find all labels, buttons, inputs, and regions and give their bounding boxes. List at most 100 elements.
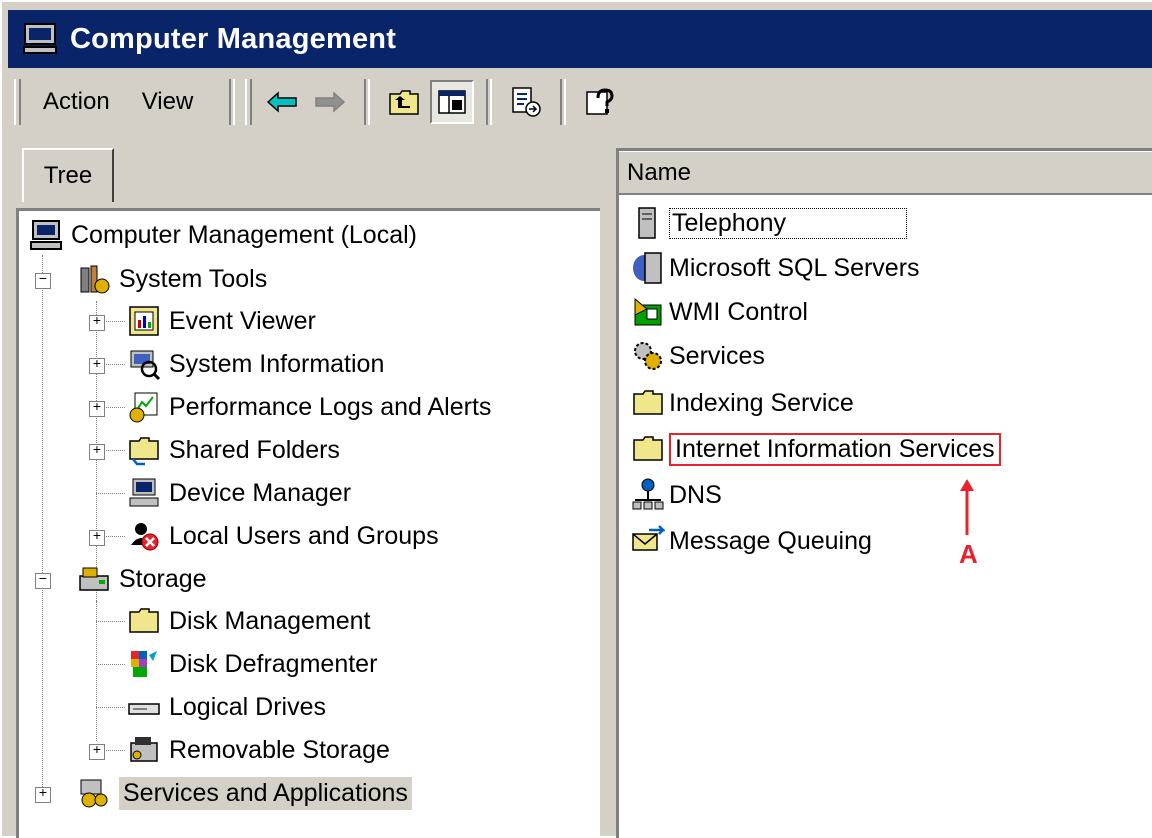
list-item-sql-servers[interactable]: Microsoft SQL Servers (631, 248, 920, 288)
title-bar[interactable]: Computer Management (8, 10, 1152, 68)
tree-node-logical-drives[interactable]: Logical Drives (127, 687, 326, 727)
tree-connector (96, 664, 125, 665)
collapse-toggle[interactable]: − (35, 573, 51, 589)
device-manager-icon (129, 478, 159, 507)
tree-connector (103, 536, 125, 537)
folder-icon (633, 390, 663, 415)
event-viewer-icon (129, 306, 159, 336)
folder-up-icon (389, 90, 420, 115)
services-applications-icon (80, 779, 108, 808)
list-item-telephony[interactable]: Telephony (631, 203, 907, 243)
tree-node-label: Local Users and Groups (169, 521, 439, 550)
expand-toggle[interactable]: + (89, 358, 105, 374)
list-item-internet-information-services[interactable]: Internet Information Services (631, 429, 1001, 469)
tree-node-removable-storage[interactable]: Removable Storage (127, 730, 390, 770)
tree-node-label: Disk Management (169, 606, 371, 635)
view-menu[interactable]: View (126, 88, 210, 116)
list-item-wmi-control[interactable]: WMI Control (631, 292, 808, 332)
tree-node-label: Shared Folders (169, 435, 340, 464)
folder-icon (129, 608, 159, 633)
tree-node-event-viewer[interactable]: Event Viewer (127, 301, 316, 341)
expand-toggle[interactable]: + (89, 530, 105, 546)
list-item-dns[interactable]: DNS (631, 475, 722, 515)
collapse-toggle[interactable]: − (35, 273, 51, 289)
computer-icon (23, 23, 57, 54)
tree-connector (42, 255, 43, 795)
toolbar-separator (560, 79, 567, 125)
list-item-message-queuing[interactable]: Message Queuing (631, 521, 872, 561)
forward-arrow-icon (315, 91, 346, 113)
tree-connector (103, 407, 125, 408)
tree-connector (96, 621, 125, 622)
export-list-button[interactable] (504, 80, 548, 124)
list-item-label: Indexing Service (669, 388, 854, 417)
expand-toggle[interactable]: + (89, 401, 105, 417)
tree-pane[interactable]: Computer Management (Local) − System Too… (16, 208, 600, 838)
tree-node-storage[interactable]: Storage (77, 559, 207, 599)
tree-node-label: Computer Management (Local) (71, 220, 417, 249)
toolbar-separator (364, 79, 371, 125)
toolbar-separator (486, 79, 493, 125)
tree-node-system-tools[interactable]: System Tools (77, 259, 267, 299)
list-item-label: WMI Control (669, 297, 808, 326)
show-hide-tree-button[interactable] (430, 80, 475, 124)
tree-node-device-manager[interactable]: Device Manager (127, 473, 351, 513)
list-item-label: Internet Information Services (669, 432, 1001, 466)
tree-node-label: Storage (119, 564, 207, 593)
dns-network-icon (632, 478, 664, 510)
tree-node-services-applications[interactable]: Services and Applications (77, 773, 412, 813)
performance-logs-icon (129, 392, 158, 423)
services-gear-icon (634, 342, 662, 370)
list-item-label: DNS (669, 480, 722, 509)
tree-node-performance-logs[interactable]: Performance Logs and Alerts (127, 387, 491, 427)
list-item-indexing-service[interactable]: Indexing Service (631, 383, 854, 423)
expand-toggle[interactable]: + (89, 444, 105, 460)
folder-icon (633, 436, 663, 461)
storage-icon (79, 567, 109, 591)
details-pane[interactable]: Name Telephony Microsoft SQL Servers WMI (616, 148, 1152, 838)
annotation-label: A (959, 539, 978, 569)
up-one-level-button[interactable] (382, 80, 426, 124)
list-item-services[interactable]: Services (631, 336, 765, 376)
local-users-disabled-icon (131, 523, 159, 551)
tab-tree[interactable]: Tree (22, 148, 114, 202)
toolbar-grip[interactable] (14, 79, 21, 125)
column-header-name[interactable]: Name (619, 151, 1152, 195)
help-button[interactable] (578, 80, 622, 124)
wmi-icon (634, 297, 662, 326)
tree-node-label: Disk Defragmenter (169, 649, 378, 678)
tree-connector (103, 450, 125, 451)
expand-toggle[interactable]: + (89, 744, 105, 760)
computer-icon (30, 220, 62, 250)
tree-pane-icon (438, 90, 467, 114)
sql-server-icon (633, 252, 662, 284)
list-item-label: Telephony (669, 207, 907, 239)
tree-node-label: Performance Logs and Alerts (169, 392, 492, 421)
system-tools-icon (80, 265, 110, 294)
expand-toggle[interactable]: + (35, 787, 51, 803)
tree-node-label: Logical Drives (169, 692, 327, 721)
annotation-arrow-icon (960, 479, 974, 535)
tree-node-shared-folders[interactable]: Shared Folders (127, 430, 340, 470)
tree-node-disk-management[interactable]: Disk Management (127, 601, 370, 641)
tree-connector (103, 364, 125, 365)
toolbar-grip[interactable] (245, 79, 253, 125)
tree-node-local-users[interactable]: Local Users and Groups (127, 516, 439, 556)
expand-toggle[interactable]: + (89, 315, 105, 331)
tree-connector (96, 601, 97, 741)
back-button[interactable] (260, 80, 304, 124)
tree-connector (103, 321, 125, 322)
export-list-icon (512, 87, 542, 117)
forward-button[interactable] (308, 80, 352, 124)
tree-node-computer-management[interactable]: Computer Management (Local) (29, 215, 417, 255)
tree-node-label: System Information (169, 349, 385, 378)
action-menu[interactable]: Action (27, 88, 126, 116)
tree-node-label: Event Viewer (169, 306, 316, 335)
tree-node-system-information[interactable]: System Information (127, 344, 384, 384)
window-title: Computer Management (70, 22, 397, 55)
tree-node-disk-defragmenter[interactable]: Disk Defragmenter (127, 644, 377, 684)
telephony-icon (638, 207, 656, 239)
help-question-icon (586, 88, 614, 115)
tree-node-label: Device Manager (169, 478, 352, 507)
list-item-label: Services (669, 341, 765, 370)
